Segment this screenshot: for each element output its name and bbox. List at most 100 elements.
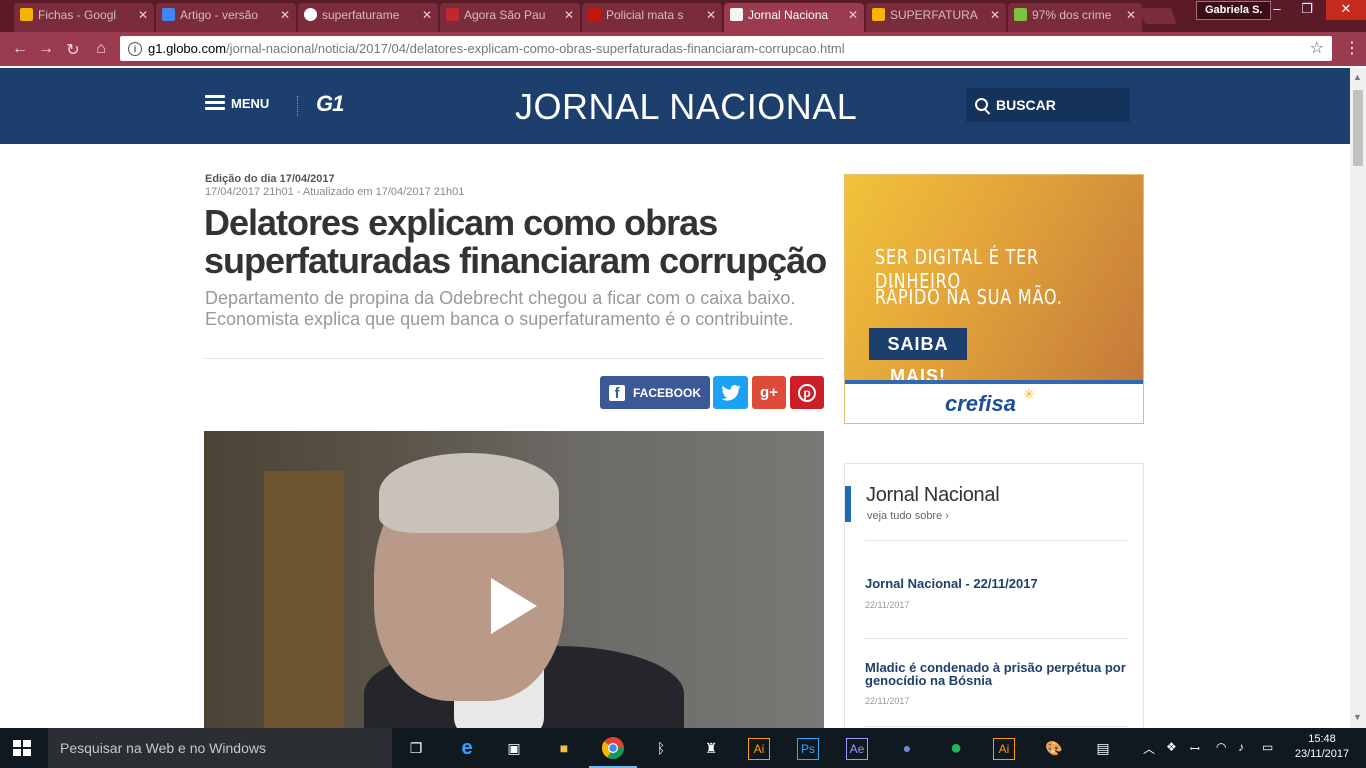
browser-tab[interactable]: Fichas - Googl ✕ (14, 3, 154, 32)
sparkle-icon: ✳ (1023, 386, 1035, 402)
docs-icon (162, 8, 175, 21)
ad-brand-logo: crefisa (945, 391, 1016, 416)
app-icon[interactable]: ▤ (1091, 736, 1115, 760)
play-icon[interactable] (491, 578, 537, 634)
chrome-icon[interactable] (589, 736, 637, 768)
widget-title[interactable]: Jornal Nacional (866, 484, 1000, 507)
notifications-icon[interactable]: ▭ (1262, 740, 1273, 754)
ad-band (845, 380, 1143, 384)
google-icon (304, 8, 317, 21)
system-clock[interactable]: 15:48 23/11/2017 (1290, 732, 1354, 762)
edge-icon[interactable]: e (455, 736, 479, 760)
forward-icon[interactable]: → (36, 40, 56, 58)
paint-icon[interactable]: 🎨 (1042, 736, 1066, 760)
pinterest-icon: p (798, 383, 816, 402)
share-facebook-button[interactable]: f FACEBOOK (600, 376, 710, 409)
news-link[interactable]: Jornal Nacional - 22/11/2017 (865, 577, 1135, 590)
dropbox-icon[interactable]: ❖ (1166, 740, 1177, 754)
twitter-icon (720, 384, 741, 401)
ime-icon[interactable]: ꟷ (1190, 740, 1200, 757)
bluetooth-icon[interactable]: ᛒ (649, 736, 673, 760)
site-icon (1014, 8, 1027, 21)
address-bar[interactable]: i g1.globo.com/jornal-nacional/noticia/2… (120, 36, 1332, 61)
scroll-thumb[interactable] (1353, 90, 1363, 166)
browser-tab[interactable]: Policial mata s ✕ (582, 3, 722, 32)
drive-icon (20, 8, 33, 21)
share-pinterest-button[interactable]: p (790, 376, 824, 409)
info-icon[interactable]: i (128, 42, 142, 56)
browser-tab[interactable]: Agora São Pau ✕ (440, 3, 580, 32)
browser-tab[interactable]: superfaturame ✕ (298, 3, 438, 32)
divider (865, 638, 1127, 639)
browser-tab[interactable]: SUPERFATURA ✕ (866, 3, 1006, 32)
restore-icon[interactable]: ❐ (1292, 0, 1322, 20)
task-view-icon[interactable]: ❐ (404, 736, 428, 760)
scroll-up-icon[interactable]: ▲ (1353, 72, 1362, 82)
taskbar-search-input[interactable]: Pesquisar na Web e no Windows (48, 728, 392, 768)
close-tab-icon[interactable]: ✕ (280, 3, 290, 27)
scroll-down-icon[interactable]: ▼ (1353, 712, 1362, 722)
article-headline: Delatores explicam como obras superfatur… (204, 202, 827, 281)
browser-tab[interactable]: Artigo - versão ✕ (156, 3, 296, 32)
home-icon[interactable]: ⌂ (91, 40, 111, 58)
reload-icon[interactable]: ↻ (63, 40, 83, 60)
minimize-icon[interactable]: – (1262, 0, 1292, 20)
drive-icon (872, 8, 885, 21)
wifi-icon[interactable]: ◠ (1216, 740, 1226, 754)
close-tab-icon[interactable]: ✕ (990, 3, 1000, 27)
search-button[interactable]: BUSCAR (966, 88, 1130, 122)
article-subhead: Departamento de propina da Odebrecht che… (205, 288, 796, 329)
close-tab-icon[interactable]: ✕ (706, 3, 716, 27)
photoshop-icon[interactable]: Ps (797, 738, 819, 760)
facebook-icon: f (608, 384, 625, 402)
after-effects-icon[interactable]: Ae (846, 738, 868, 760)
close-tab-icon[interactable]: ✕ (1126, 3, 1136, 27)
new-tab-button[interactable] (1139, 8, 1177, 24)
share-twitter-button[interactable] (713, 376, 748, 409)
illustrator-icon-2[interactable]: Ai (993, 738, 1015, 760)
taskbar: Pesquisar na Web e no Windows ❐ e ▣ ■ ᛒ … (0, 728, 1366, 768)
close-tab-icon[interactable]: ✕ (564, 3, 574, 27)
back-icon[interactable]: ← (10, 40, 30, 58)
game-icon[interactable]: ♜ (699, 736, 723, 760)
close-tab-icon[interactable]: ✕ (848, 3, 858, 27)
share-gplus-button[interactable]: g+ (752, 376, 786, 409)
discord-icon[interactable]: ● (895, 736, 919, 760)
volume-icon[interactable]: ♪ (1238, 740, 1244, 754)
browser-menu-icon[interactable]: ⋮ (1344, 38, 1360, 58)
menu-button[interactable]: MENU (205, 95, 269, 111)
site-header: MENU G1 JORNAL NACIONAL BUSCAR (0, 68, 1350, 144)
header-separator (297, 96, 298, 116)
close-window-icon[interactable]: ✕ (1326, 0, 1366, 20)
video-player[interactable] (204, 431, 824, 728)
close-tab-icon[interactable]: ✕ (422, 3, 432, 27)
file-explorer-icon[interactable]: ■ (552, 736, 576, 760)
news-date: 22/11/2017 (865, 600, 910, 610)
advertisement-banner[interactable]: SER DIGITAL É TER DINHEIRO RÁPIDO NA SUA… (844, 174, 1144, 424)
related-news-widget: Jornal Nacional veja tudo sobre › Jornal… (844, 463, 1144, 733)
browser-tab[interactable]: 97% dos crime ✕ (1008, 3, 1142, 32)
url-host: g1.globo.com (148, 41, 227, 56)
divider (205, 358, 823, 359)
g1-logo[interactable]: G1 (316, 91, 344, 117)
see-all-link[interactable]: veja tudo sobre › (867, 510, 949, 522)
browser-tab-active[interactable]: Jornal Naciona ✕ (724, 3, 864, 32)
profile-button[interactable]: Gabriela S. (1196, 1, 1272, 20)
edition-date: 17/04/2017 (279, 173, 335, 185)
illustrator-icon[interactable]: Ai (748, 738, 770, 760)
g1-icon (588, 8, 601, 21)
browser-toolbar: ← → ↻ ⌂ i g1.globo.com/jornal-nacional/n… (0, 32, 1366, 66)
close-tab-icon[interactable]: ✕ (138, 3, 148, 27)
bookmark-star-icon[interactable]: ☆ (1310, 36, 1324, 61)
divider (865, 726, 1127, 727)
windows-start-icon[interactable] (13, 740, 31, 756)
ad-headline-2: RÁPIDO NA SUA MÃO. (875, 285, 1063, 309)
spotify-icon[interactable]: ● (944, 736, 968, 760)
site-title[interactable]: JORNAL NACIONAL (515, 86, 857, 128)
news-link[interactable]: Mladic é condenado à prisão perpétua por… (865, 661, 1135, 687)
tray-expand-icon[interactable]: ︿ (1143, 740, 1155, 757)
ad-cta-button[interactable]: SAIBA MAIS! (869, 328, 967, 386)
tab-strip: Fichas - Googl ✕ Artigo - versão ✕ superfa… (0, 0, 1366, 32)
page-scrollbar[interactable]: ▲ ▼ (1350, 68, 1366, 728)
store-icon[interactable]: ▣ (502, 736, 526, 760)
